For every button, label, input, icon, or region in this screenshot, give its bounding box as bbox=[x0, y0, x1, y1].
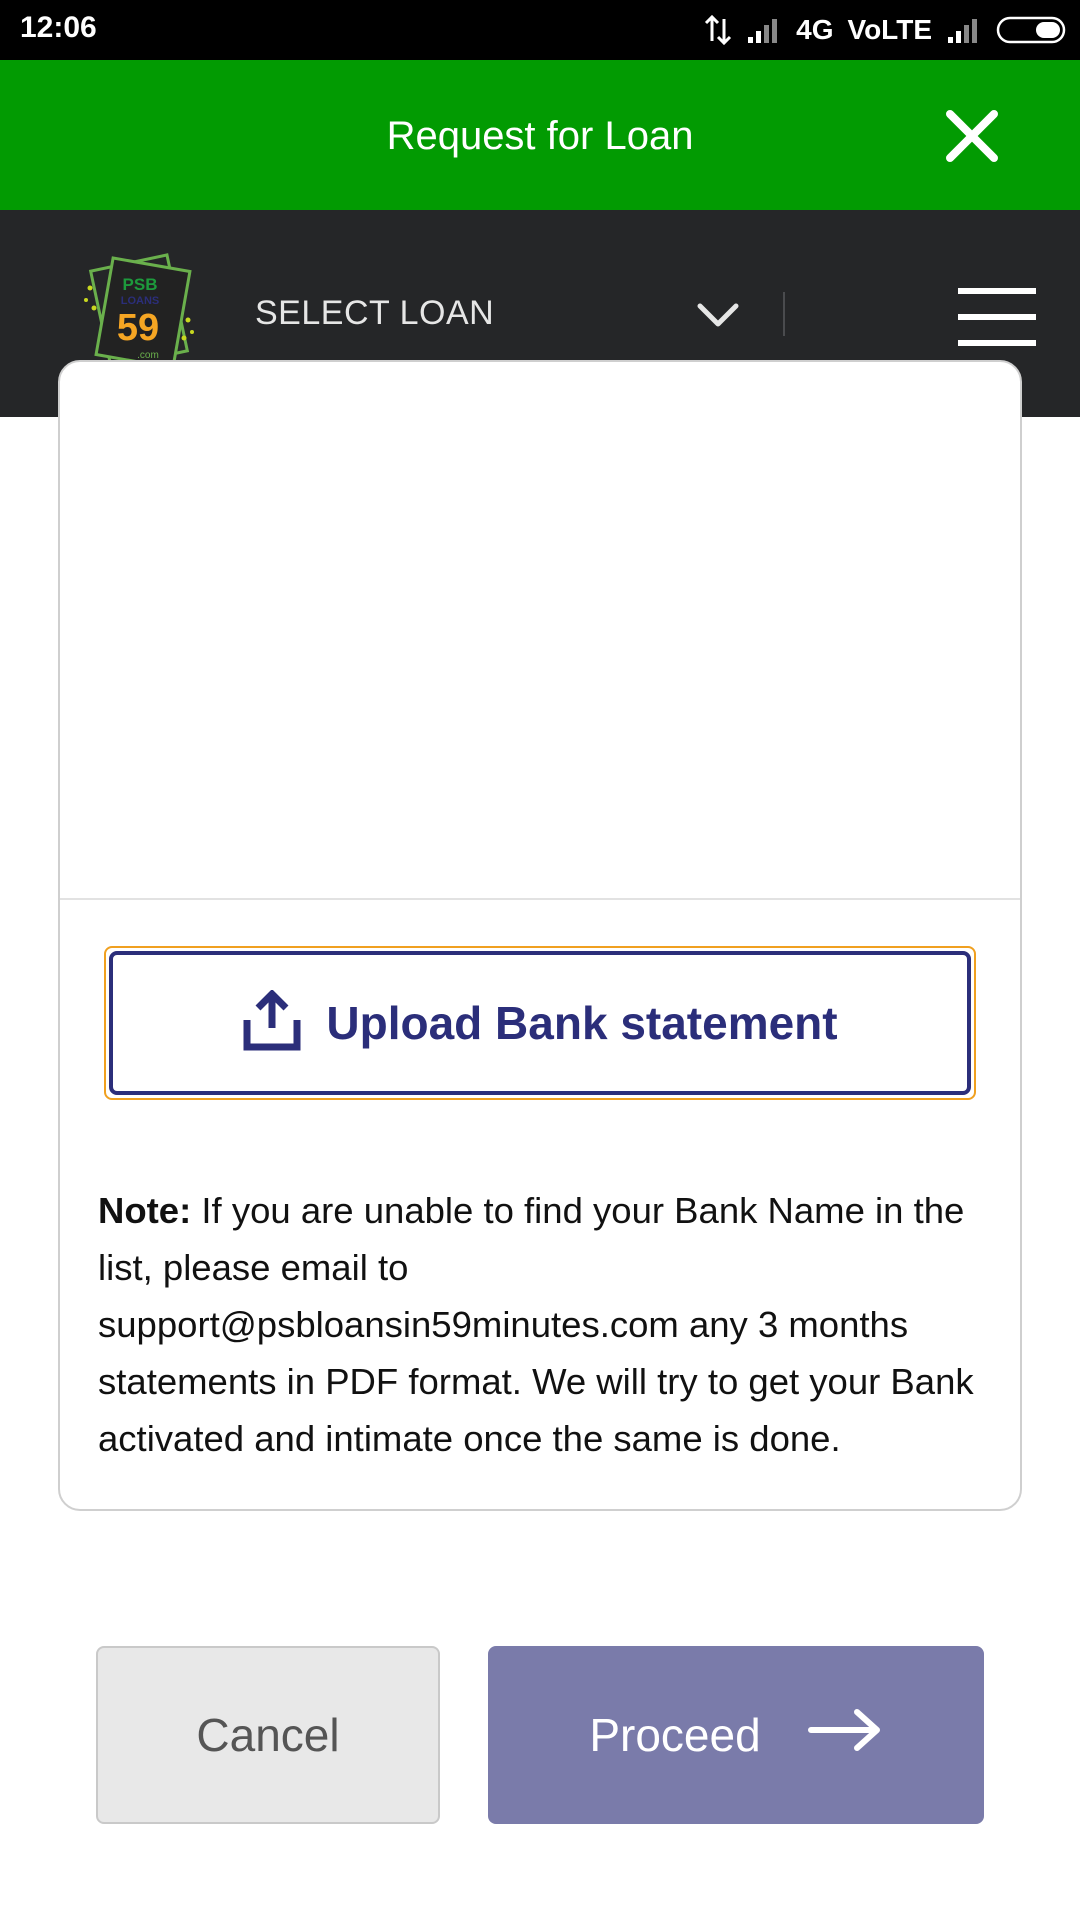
note-text: If you are unable to find your Bank Name… bbox=[98, 1190, 974, 1459]
signal-icon bbox=[946, 17, 982, 43]
note-label: Note: bbox=[98, 1190, 192, 1231]
hamburger-menu-button[interactable] bbox=[958, 288, 1036, 346]
modal-title: Request for Loan bbox=[386, 114, 694, 158]
bank-note: Note: If you are unable to find your Ban… bbox=[98, 1182, 990, 1467]
card-divider bbox=[60, 898, 1020, 900]
close-icon bbox=[946, 110, 998, 162]
arrow-right-icon bbox=[807, 1708, 883, 1763]
upload-icon bbox=[242, 988, 302, 1057]
chevron-down-icon[interactable] bbox=[696, 298, 740, 334]
network-type: 4G bbox=[796, 14, 834, 45]
modal-header: Request for Loan bbox=[0, 60, 1080, 210]
cancel-button-label: Cancel bbox=[196, 1709, 340, 1761]
logo-text-psb: PSB bbox=[123, 275, 158, 294]
cancel-button[interactable]: Cancel bbox=[96, 1646, 440, 1824]
logo-text-59: 59 bbox=[117, 307, 159, 349]
nav-divider bbox=[783, 292, 785, 336]
select-loan-dropdown[interactable]: SELECT LOAN bbox=[255, 294, 494, 333]
status-time: 12:06 bbox=[20, 11, 97, 44]
menu-line bbox=[958, 340, 1036, 346]
menu-line bbox=[958, 314, 1036, 320]
status-icons: 4G VoLTE bbox=[704, 9, 1068, 51]
upload-bank-statement-button[interactable]: Upload Bank statement bbox=[104, 946, 976, 1100]
signal-icon bbox=[746, 17, 782, 43]
card-blank-area bbox=[60, 415, 1020, 899]
proceed-button-label: Proceed bbox=[589, 1709, 761, 1761]
volte-label: VoLTE bbox=[847, 14, 932, 45]
proceed-button[interactable]: Proceed bbox=[488, 1646, 984, 1824]
data-transfer-icon bbox=[704, 15, 732, 45]
upload-button-label: Upload Bank statement bbox=[326, 997, 838, 1049]
upload-button-inner: Upload Bank statement bbox=[109, 951, 971, 1095]
close-button[interactable] bbox=[944, 108, 1000, 164]
psb-logo[interactable]: PSB LOANS 59 .com bbox=[82, 248, 198, 378]
logo-text-loans: LOANS bbox=[121, 295, 160, 307]
battery-icon bbox=[996, 15, 1068, 45]
status-bar: 12:06 4G VoLTE bbox=[0, 0, 1080, 60]
menu-line bbox=[958, 288, 1036, 294]
